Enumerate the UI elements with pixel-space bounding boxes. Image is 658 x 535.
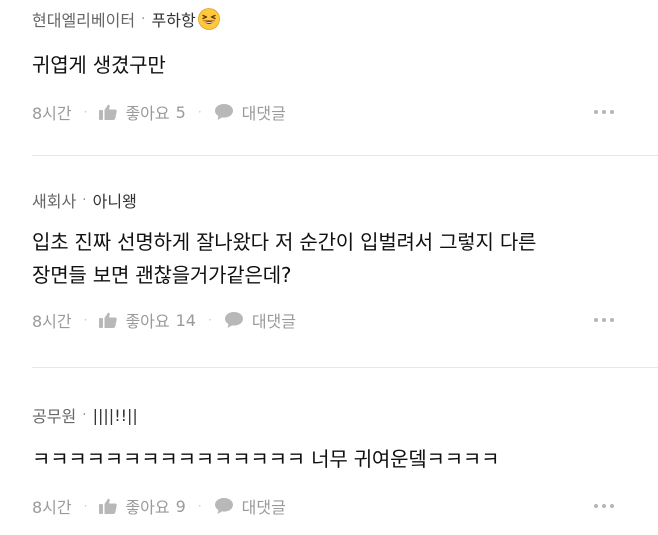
comment-divider (32, 155, 658, 156)
comment-time: 8시간 (32, 498, 72, 517)
reply-button[interactable]: 대댓글 (214, 100, 286, 124)
comment-text-line: 장면들 보면 괜찮을거가같은데? (32, 263, 292, 287)
action-separator: · (83, 313, 88, 327)
reply-label: 대댓글 (251, 312, 296, 331)
more-options-icon[interactable] (594, 318, 614, 322)
thumbs-up-icon (99, 104, 118, 120)
reply-button[interactable]: 대댓글 (214, 494, 286, 518)
reply-label: 대댓글 (241, 498, 286, 517)
grinning-squinting-face-icon (197, 8, 220, 30)
speech-bubble-icon (214, 498, 233, 514)
action-separator: · (83, 499, 88, 513)
author-nickname[interactable]: ||||!!|| (93, 406, 138, 425)
like-button[interactable]: 좋아요 9 (99, 494, 186, 518)
author-nickname[interactable]: 아니왱 (93, 188, 137, 212)
comment-text-line: ㅋㅋㅋㅋㅋㅋㅋㅋㅋㅋㅋㅋㅋㅋㅋ 너무 귀여운뎈ㅋㅋㅋㅋ (32, 447, 500, 471)
action-separator: · (197, 499, 202, 513)
comment-text: 입초 진짜 선명하게 잘나왔다 저 순간이 입벌려서 그렇지 다른 장면들 보면… (32, 226, 658, 292)
like-count: 14 (175, 310, 196, 330)
author-company[interactable]: 공무원 (32, 403, 76, 427)
meta-separator: · (82, 192, 87, 208)
author-company[interactable]: 현대엘리베이터 (32, 7, 135, 31)
comment-text: 귀엽게 생겼구만 (32, 49, 658, 82)
meta-separator: · (141, 11, 146, 27)
meta-separator: · (82, 407, 87, 423)
comment-actions: 8시간 · 좋아요 14 · 대댓글 (32, 308, 658, 332)
comment-actions: 8시간 · 좋아요 9 · 대댓글 (32, 494, 658, 518)
author-nickname[interactable]: 푸하항 (152, 7, 196, 31)
comment-meta: 현대엘리베이터 · 푸하항 (32, 7, 658, 31)
speech-bubble-icon (224, 312, 243, 328)
comment-time: 8시간 (32, 104, 72, 123)
reply-label: 대댓글 (241, 104, 286, 123)
comment-text-line: 귀엽게 생겼구만 (32, 53, 166, 77)
reply-button[interactable]: 대댓글 (224, 308, 296, 332)
like-label: 좋아요 (125, 498, 170, 517)
comment-meta: 새회사 · 아니왱 (32, 188, 658, 212)
action-separator: · (83, 105, 88, 119)
comment-item: 공무원 · ||||!!|| ㅋㅋㅋㅋㅋㅋㅋㅋㅋㅋㅋㅋㅋㅋㅋ 너무 귀여운뎈ㅋㅋ… (0, 403, 658, 533)
like-label: 좋아요 (125, 104, 170, 123)
action-separator: · (197, 105, 202, 119)
like-label: 좋아요 (125, 312, 170, 331)
comment-divider (32, 367, 658, 368)
comment-time: 8시간 (32, 312, 72, 331)
comment-item: 새회사 · 아니왱 입초 진짜 선명하게 잘나왔다 저 순간이 입벌려서 그렇지… (0, 188, 658, 348)
thumbs-up-icon (99, 498, 118, 514)
more-options-icon[interactable] (594, 504, 614, 508)
like-button[interactable]: 좋아요 5 (99, 100, 186, 124)
comment-meta: 공무원 · ||||!!|| (32, 403, 658, 427)
like-count: 5 (175, 102, 186, 122)
thumbs-up-icon (99, 312, 118, 328)
like-button[interactable]: 좋아요 14 (99, 308, 196, 332)
action-separator: · (207, 313, 212, 327)
comment-actions: 8시간 · 좋아요 5 · 대댓글 (32, 100, 658, 124)
speech-bubble-icon (214, 104, 233, 120)
author-company[interactable]: 새회사 (32, 188, 76, 212)
comment-text-line: 입초 진짜 선명하게 잘나왔다 저 순간이 입벌려서 그렇지 다른 (32, 230, 537, 254)
more-options-icon[interactable] (594, 110, 614, 114)
comment-item: 현대엘리베이터 · 푸하항 귀엽게 생겼구만 8시간 · 좋아요 5 · 대댓글 (0, 7, 658, 147)
comment-text: ㅋㅋㅋㅋㅋㅋㅋㅋㅋㅋㅋㅋㅋㅋㅋ 너무 귀여운뎈ㅋㅋㅋㅋ (32, 443, 658, 476)
like-count: 9 (175, 496, 186, 516)
